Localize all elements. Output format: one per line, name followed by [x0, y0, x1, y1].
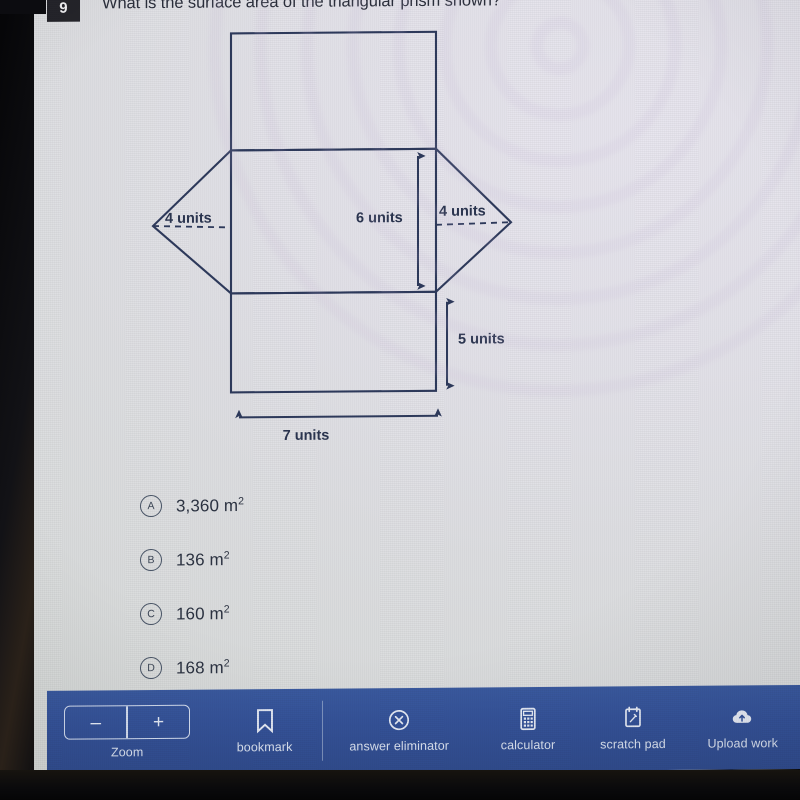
device-bezel-bottom: [0, 770, 800, 800]
bottom-toolbar: – + Zoom bookmark answer eliminator calc…: [47, 684, 800, 775]
calculator-icon: [520, 707, 536, 731]
option-a-exponent: 2: [238, 494, 245, 508]
circle-x-icon: [389, 710, 410, 731]
net-svg: 4 units 6 units 4 units 5 units 7 units: [151, 30, 513, 444]
label-base-width: 7 units: [283, 428, 330, 444]
calculator-label: calculator: [500, 737, 556, 753]
net-bottom-rectangle: [229, 290, 438, 394]
option-b-radio[interactable]: B: [140, 548, 162, 572]
label-right-triangle-height: 4 units: [439, 203, 486, 219]
label-left-triangle-height: 4 units: [165, 211, 212, 227]
option-a-radio[interactable]: A: [140, 494, 162, 518]
net-middle-rectangle: [229, 147, 438, 295]
zoom-in-button[interactable]: +: [128, 706, 189, 738]
device-bezel-left: [0, 0, 34, 800]
answer-option-a[interactable]: A 3,360 m2: [140, 476, 600, 534]
screen-content: 9 What is the surface area of the triang…: [30, 0, 800, 775]
answer-option-c[interactable]: C 160 m2: [140, 584, 600, 642]
scratch-pad-icon: [625, 706, 641, 728]
label-middle-rect-height: 6 units: [356, 210, 403, 226]
answer-option-b[interactable]: B 136 m2: [140, 530, 600, 588]
toolbar-bookmark-button[interactable]: bookmark: [207, 689, 322, 774]
option-d-radio[interactable]: D: [140, 656, 162, 680]
zoom-label: Zoom: [110, 745, 144, 760]
question-number-badge: 9: [47, 0, 80, 22]
label-bottom-rect-height: 5 units: [458, 331, 505, 347]
toolbar-scratch-pad-button[interactable]: scratch pad: [581, 686, 686, 771]
scratch-pad-label: scratch pad: [600, 737, 666, 752]
option-a-label: 3,360 m2: [176, 495, 244, 516]
device-bezel-corner: [0, 0, 46, 14]
bookmark-label: bookmark: [236, 739, 293, 755]
option-b-label: 136 m2: [176, 549, 230, 570]
option-c-label: 160 m2: [176, 603, 230, 624]
option-c-exponent: 2: [223, 603, 230, 616]
option-d-value: 168 m: [176, 657, 224, 678]
toolbar-answer-eliminator-button[interactable]: answer eliminator: [323, 688, 476, 773]
option-a-value: 3,360 m: [176, 495, 239, 516]
question-text: What is the surface area of the triangul…: [102, 0, 501, 13]
net-right-triangle: [434, 147, 513, 294]
device-photo: 9 What is the surface area of the triang…: [0, 0, 800, 800]
toolbar-zoom-control[interactable]: – + Zoom: [47, 690, 207, 775]
net-top-rectangle: [229, 30, 438, 152]
triangular-prism-net-diagram: 4 units 6 units 4 units 5 units 7 units: [90, 18, 540, 452]
right-altitude-dashed-line: [435, 221, 512, 226]
zoom-minus-plus-icon[interactable]: – +: [64, 704, 191, 740]
option-c-radio[interactable]: C: [140, 602, 162, 626]
seven-units-measure-arrow: [235, 408, 442, 419]
option-b-exponent: 2: [223, 549, 230, 562]
bookmark-icon: [256, 709, 273, 734]
toolbar-calculator-button[interactable]: calculator: [476, 687, 581, 772]
cloud-upload-icon: [732, 710, 751, 723]
answer-eliminator-label: answer eliminator: [349, 738, 450, 754]
answer-options-list: A 3,360 m2 B 136 m2 C 160 m2 D 168 m2: [140, 476, 600, 696]
option-b-value: 136 m: [176, 549, 224, 570]
option-c-value: 160 m: [176, 603, 224, 624]
option-d-label: 168 m2: [176, 657, 230, 678]
zoom-out-button[interactable]: –: [65, 706, 126, 738]
toolbar-upload-work-button[interactable]: Upload work: [685, 685, 800, 770]
upload-work-label: Upload work: [707, 736, 779, 751]
option-d-exponent: 2: [223, 657, 230, 670]
